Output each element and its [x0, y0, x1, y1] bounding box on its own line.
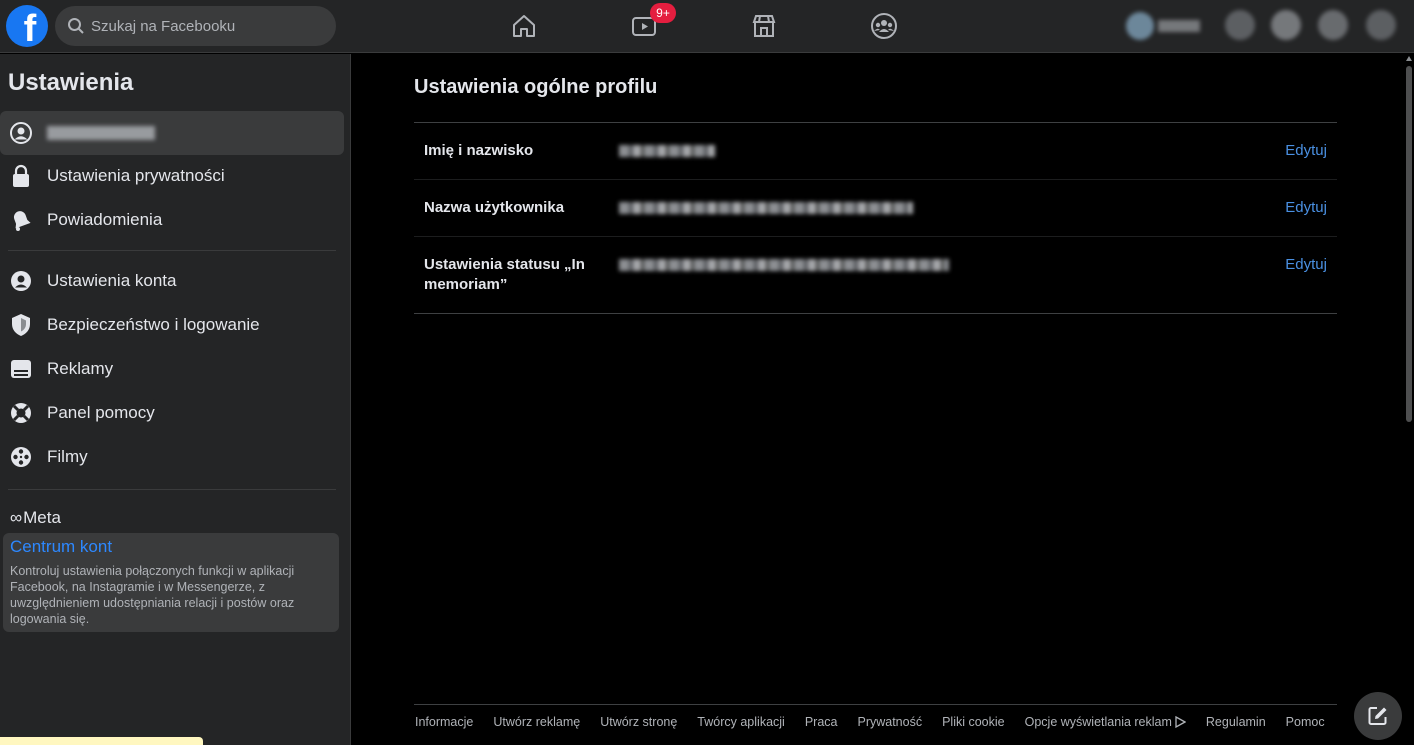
row-key: Nazwa użytkownika: [424, 199, 565, 216]
profile-name[interactable]: [1158, 20, 1200, 32]
footer-link[interactable]: Prywatność: [857, 715, 922, 729]
row-divider: [414, 179, 1337, 180]
sidebar-divider: [8, 489, 336, 490]
search-icon: [68, 18, 84, 34]
sidebar-item-label: Ustawienia konta: [47, 271, 177, 290]
home-icon[interactable]: [506, 8, 542, 44]
row-divider: [414, 236, 1337, 237]
row-key: Ustawienia statusu „In memoriam”: [424, 256, 585, 293]
film-reel-icon: [9, 445, 33, 469]
sidebar-item-security[interactable]: Bezpieczeństwo i logowanie: [0, 303, 344, 347]
account-icon: [9, 269, 33, 293]
edit-memorial-link[interactable]: Edytuj: [1285, 255, 1327, 275]
accounts-center-card[interactable]: Centrum kont Kontroluj ustawienia połącz…: [3, 533, 339, 632]
sidebar-item-videos[interactable]: Filmy: [0, 435, 344, 479]
profile-avatar[interactable]: [1126, 12, 1154, 40]
profile-icon: [9, 121, 33, 145]
facebook-logo[interactable]: f: [6, 5, 48, 47]
sidebar-item-label: Ustawienia prywatności: [47, 166, 225, 185]
lock-icon: [9, 164, 33, 188]
sidebar-item-notifications[interactable]: Powiadomienia: [0, 198, 344, 242]
scrollbar-thumb[interactable]: [1406, 66, 1412, 422]
sidebar-item-account-settings[interactable]: Ustawienia konta: [0, 259, 344, 303]
footer-divider: [414, 704, 1337, 705]
messenger-icon[interactable]: [1271, 10, 1301, 40]
sidebar-item-label: Powiadomienia: [47, 210, 163, 229]
footer-link-ad-choices[interactable]: Opcje wyświetlania reklam: [1025, 715, 1186, 729]
compose-icon: [1368, 707, 1387, 725]
status-bar-url: [0, 737, 203, 745]
sidebar-item-help[interactable]: Panel pomocy: [0, 391, 344, 435]
accounts-center-title[interactable]: Centrum kont: [10, 537, 332, 557]
edit-name-link[interactable]: Edytuj: [1285, 141, 1327, 161]
new-message-button[interactable]: [1354, 692, 1402, 740]
sidebar-item-ads[interactable]: Reklamy: [0, 347, 344, 391]
edit-username-link[interactable]: Edytuj: [1285, 198, 1327, 218]
accounts-center-description: Kontroluj ustawienia połączonych funkcji…: [10, 564, 295, 626]
account-menu-icon[interactable]: [1366, 10, 1396, 40]
search-box[interactable]: [55, 6, 336, 46]
row-value-blurred: [619, 259, 949, 271]
watch-notification-badge: 9+: [650, 3, 676, 23]
scrollbar[interactable]: [1404, 54, 1414, 745]
footer-link[interactable]: Praca: [805, 715, 838, 729]
sidebar-divider: [8, 250, 336, 251]
footer-link[interactable]: Utwórz stronę: [600, 715, 677, 729]
sidebar-item-label: Filmy: [47, 447, 88, 466]
footer-link[interactable]: Utwórz reklamę: [493, 715, 580, 729]
settings-sidebar: Ustawienia Ustawienia prywatności Powiad…: [0, 54, 351, 745]
row-key: Imię i nazwisko: [424, 142, 534, 159]
page-title: Ustawienia ogólne profilu: [414, 76, 658, 98]
ads-icon: [9, 357, 33, 381]
logo-letter: f: [23, 8, 37, 47]
sidebar-title: Ustawienia: [8, 69, 134, 96]
lifebuoy-icon: [9, 401, 33, 425]
row-value-blurred: [619, 202, 913, 214]
sidebar-item-profile[interactable]: [0, 111, 344, 155]
row-value-blurred: [619, 145, 715, 157]
footer-link-label: Opcje wyświetlania reklam: [1024, 715, 1172, 729]
sidebar-profile-name-blurred: [47, 126, 155, 140]
footer-link[interactable]: Pomoc: [1286, 715, 1325, 729]
sidebar-item-privacy[interactable]: Ustawienia prywatności: [0, 154, 344, 198]
meta-logo: ∞ Meta: [10, 508, 61, 528]
content-divider-top: [414, 122, 1337, 123]
sidebar-item-label: Reklamy: [47, 359, 114, 378]
scroll-up-arrow-icon[interactable]: [1406, 56, 1412, 61]
footer-link[interactable]: Pliki cookie: [942, 715, 1005, 729]
sidebar-item-label: Bezpieczeństwo i logowanie: [47, 315, 260, 334]
footer-link[interactable]: Informacje: [415, 715, 473, 729]
marketplace-icon[interactable]: [746, 8, 782, 44]
top-navigation-bar: f 9+: [0, 0, 1414, 53]
footer-links: Informacje Utwórz reklamę Utwórz stronę …: [415, 715, 1345, 729]
footer-link[interactable]: Twórcy aplikacji: [697, 715, 785, 729]
meta-infinity-icon: ∞: [10, 508, 22, 527]
footer-link[interactable]: Regulamin: [1206, 715, 1266, 729]
shield-icon: [9, 313, 33, 337]
bell-icon: [9, 208, 33, 232]
content-divider-bottom: [414, 313, 1337, 314]
notifications-icon[interactable]: [1318, 10, 1348, 40]
search-input[interactable]: [91, 17, 321, 35]
meta-label: Meta: [23, 508, 61, 527]
menu-icon[interactable]: [1225, 10, 1255, 40]
sidebar-item-label: Panel pomocy: [47, 403, 155, 422]
ad-choices-icon: [1175, 716, 1186, 728]
groups-icon[interactable]: [866, 8, 902, 44]
